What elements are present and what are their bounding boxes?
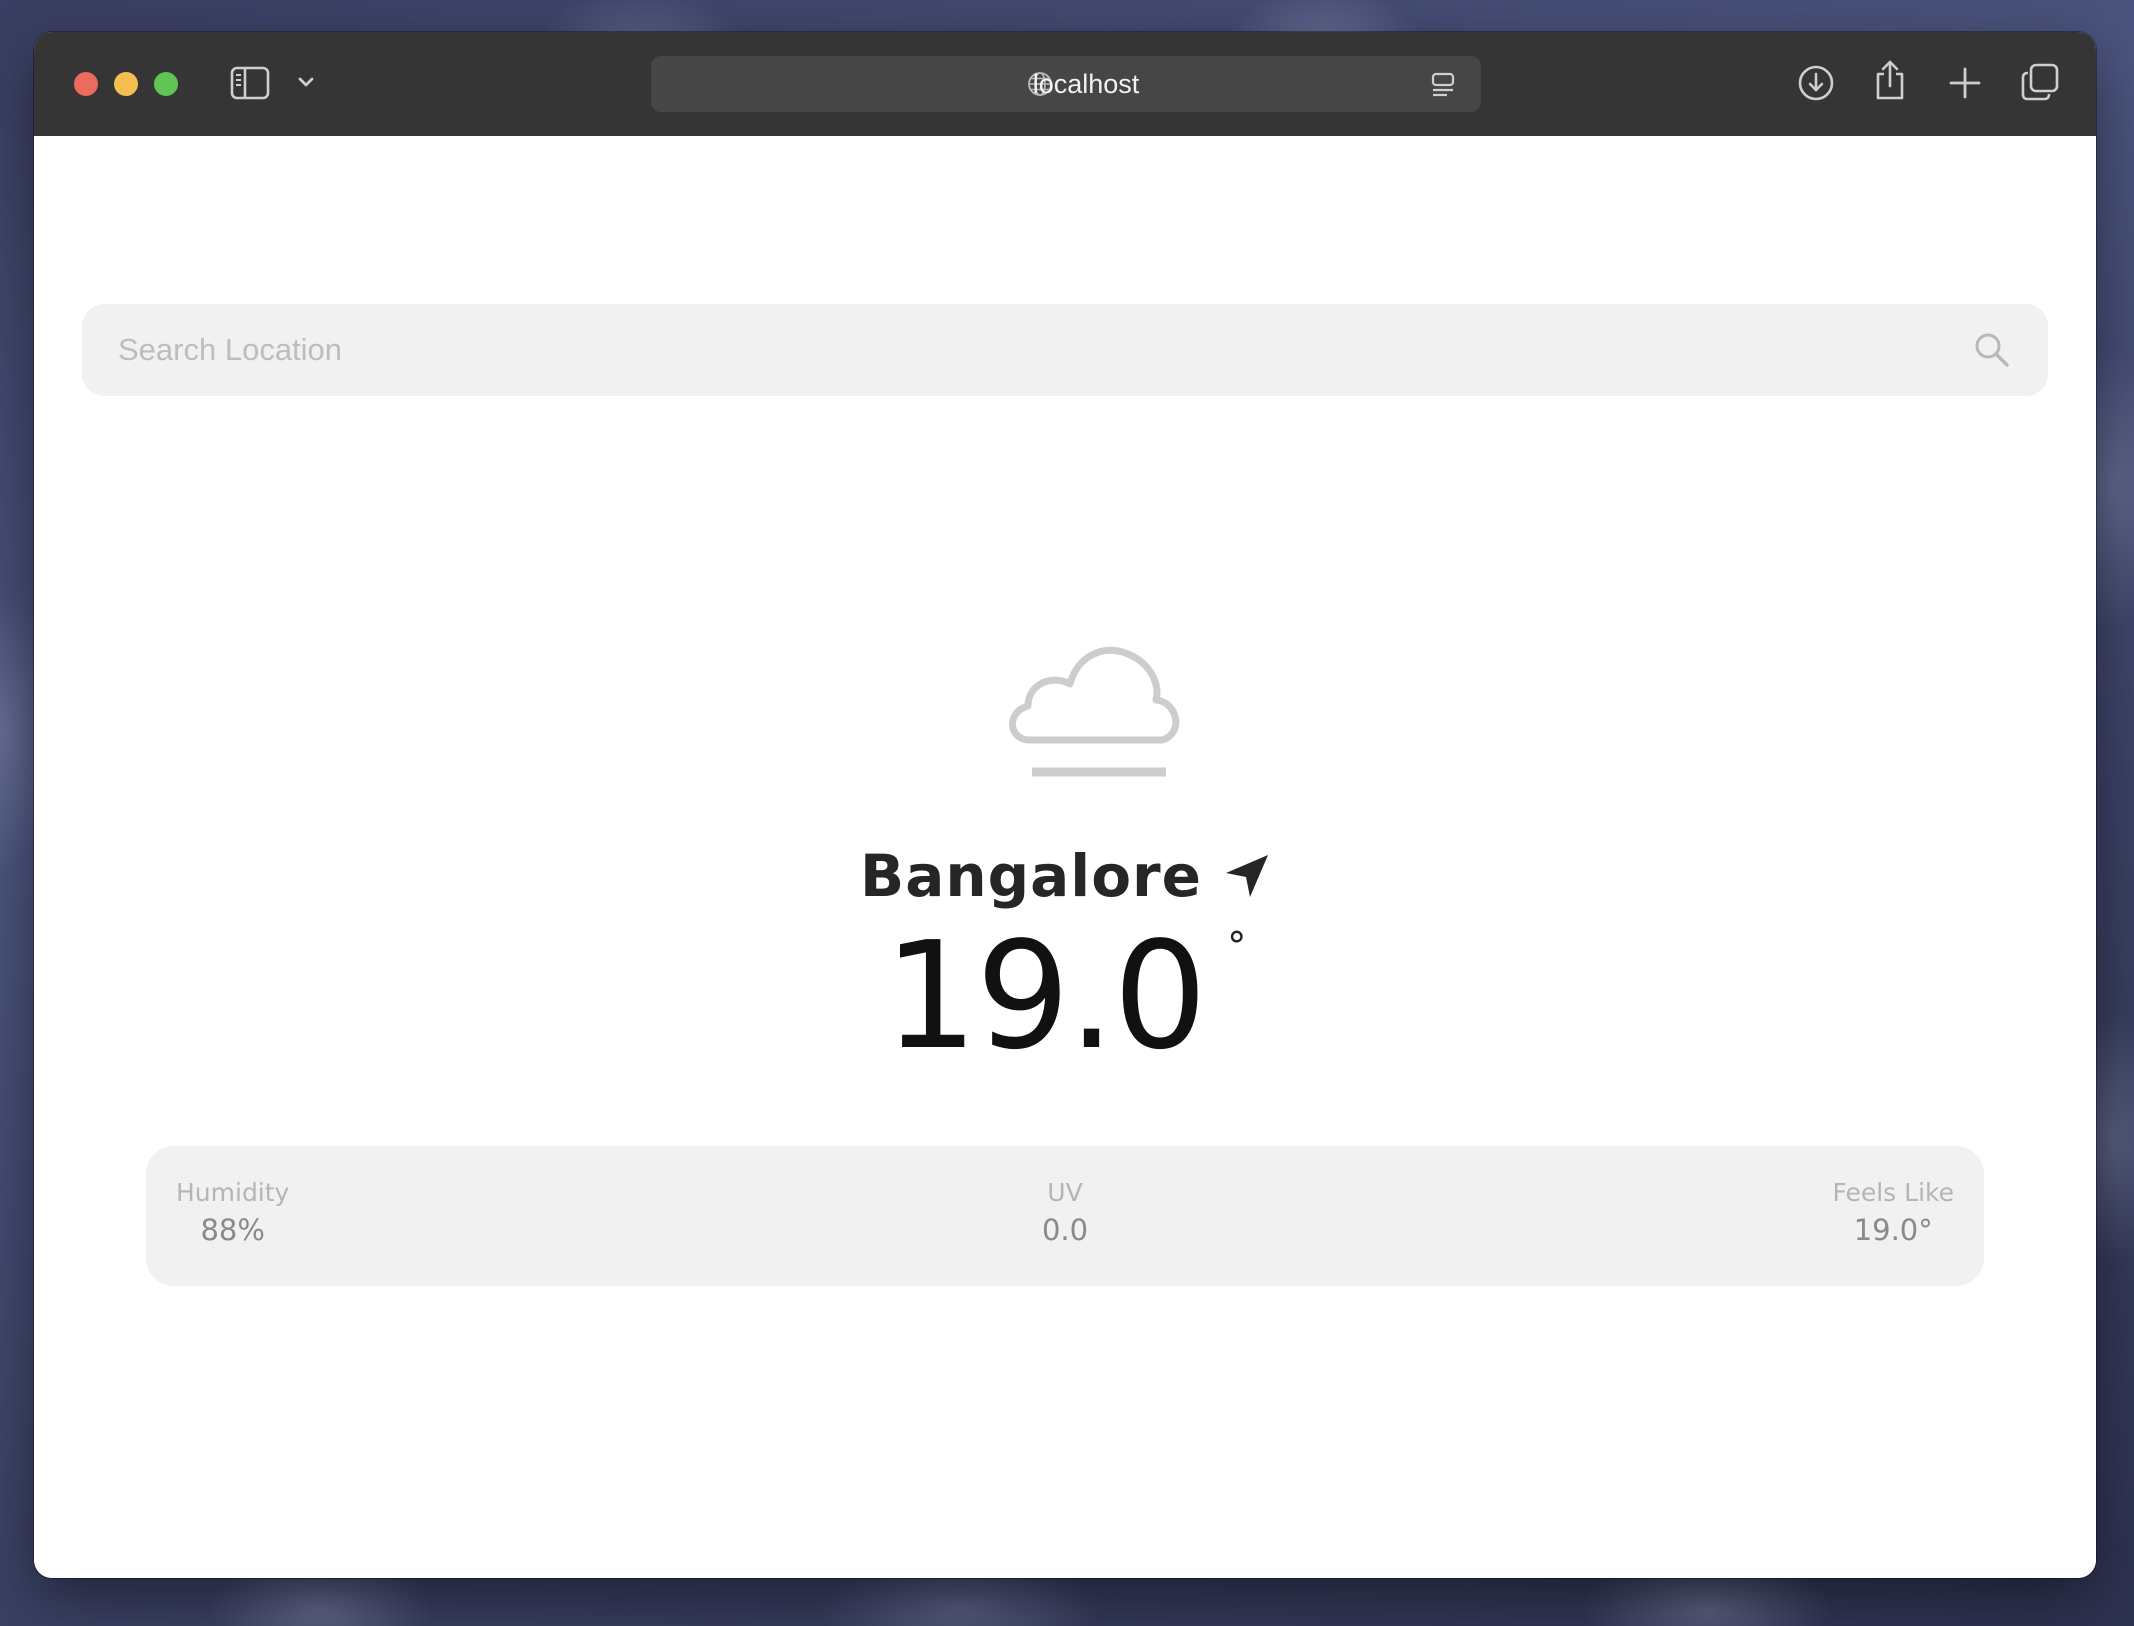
stats-card: Humidity 88% UV 0.0 Feels Like 19.0° bbox=[146, 1146, 1984, 1286]
chevron-down-icon[interactable] bbox=[296, 72, 316, 92]
city-name: Bangalore bbox=[860, 842, 1202, 910]
browser-toolbar: localhost bbox=[34, 32, 2096, 137]
cloud-fog-icon bbox=[994, 616, 1194, 790]
feels-like-stat: Feels Like 19.0° bbox=[1832, 1176, 1954, 1250]
uv-stat: UV 0.0 bbox=[1042, 1176, 1088, 1250]
humidity-label: Humidity bbox=[176, 1178, 290, 1207]
search-icon[interactable] bbox=[1972, 330, 2012, 374]
address-bar[interactable]: localhost bbox=[651, 56, 1481, 112]
share-icon[interactable] bbox=[1872, 58, 1908, 102]
uv-value: 0.0 bbox=[1041, 1213, 1089, 1247]
download-icon[interactable] bbox=[1797, 64, 1835, 102]
sidebar-icon[interactable] bbox=[230, 66, 270, 100]
city-row: Bangalore bbox=[34, 836, 2096, 916]
tab-overview-icon[interactable] bbox=[2020, 62, 2060, 102]
uv-label: UV bbox=[1047, 1178, 1083, 1207]
humidity-stat: Humidity 88% bbox=[176, 1176, 289, 1250]
location-arrow-icon[interactable] bbox=[1224, 853, 1270, 903]
browser-window: localhost Search Location Bangalore 19.0… bbox=[34, 32, 2096, 1578]
zoom-window-button[interactable] bbox=[154, 72, 178, 96]
reader-icon[interactable] bbox=[1429, 71, 1457, 103]
minimize-window-button[interactable] bbox=[114, 72, 138, 96]
page-content: Bangalore 19.0 ° Humidity 88% UV 0.0 Fee… bbox=[34, 136, 2096, 1578]
search-bar bbox=[82, 304, 2048, 396]
feels-like-value: 19.0° bbox=[1853, 1213, 1933, 1247]
temperature-degree: ° bbox=[1227, 924, 1247, 968]
search-input[interactable] bbox=[118, 304, 1918, 396]
temperature-row: 19.0 ° bbox=[34, 916, 2096, 1076]
feels-like-label: Feels Like bbox=[1832, 1178, 1954, 1207]
address-text: localhost bbox=[1032, 69, 1140, 99]
temperature-value: 19.0 bbox=[883, 910, 1208, 1082]
close-window-button[interactable] bbox=[74, 72, 98, 96]
plus-icon[interactable] bbox=[1948, 66, 1982, 100]
humidity-value: 88% bbox=[200, 1213, 265, 1247]
